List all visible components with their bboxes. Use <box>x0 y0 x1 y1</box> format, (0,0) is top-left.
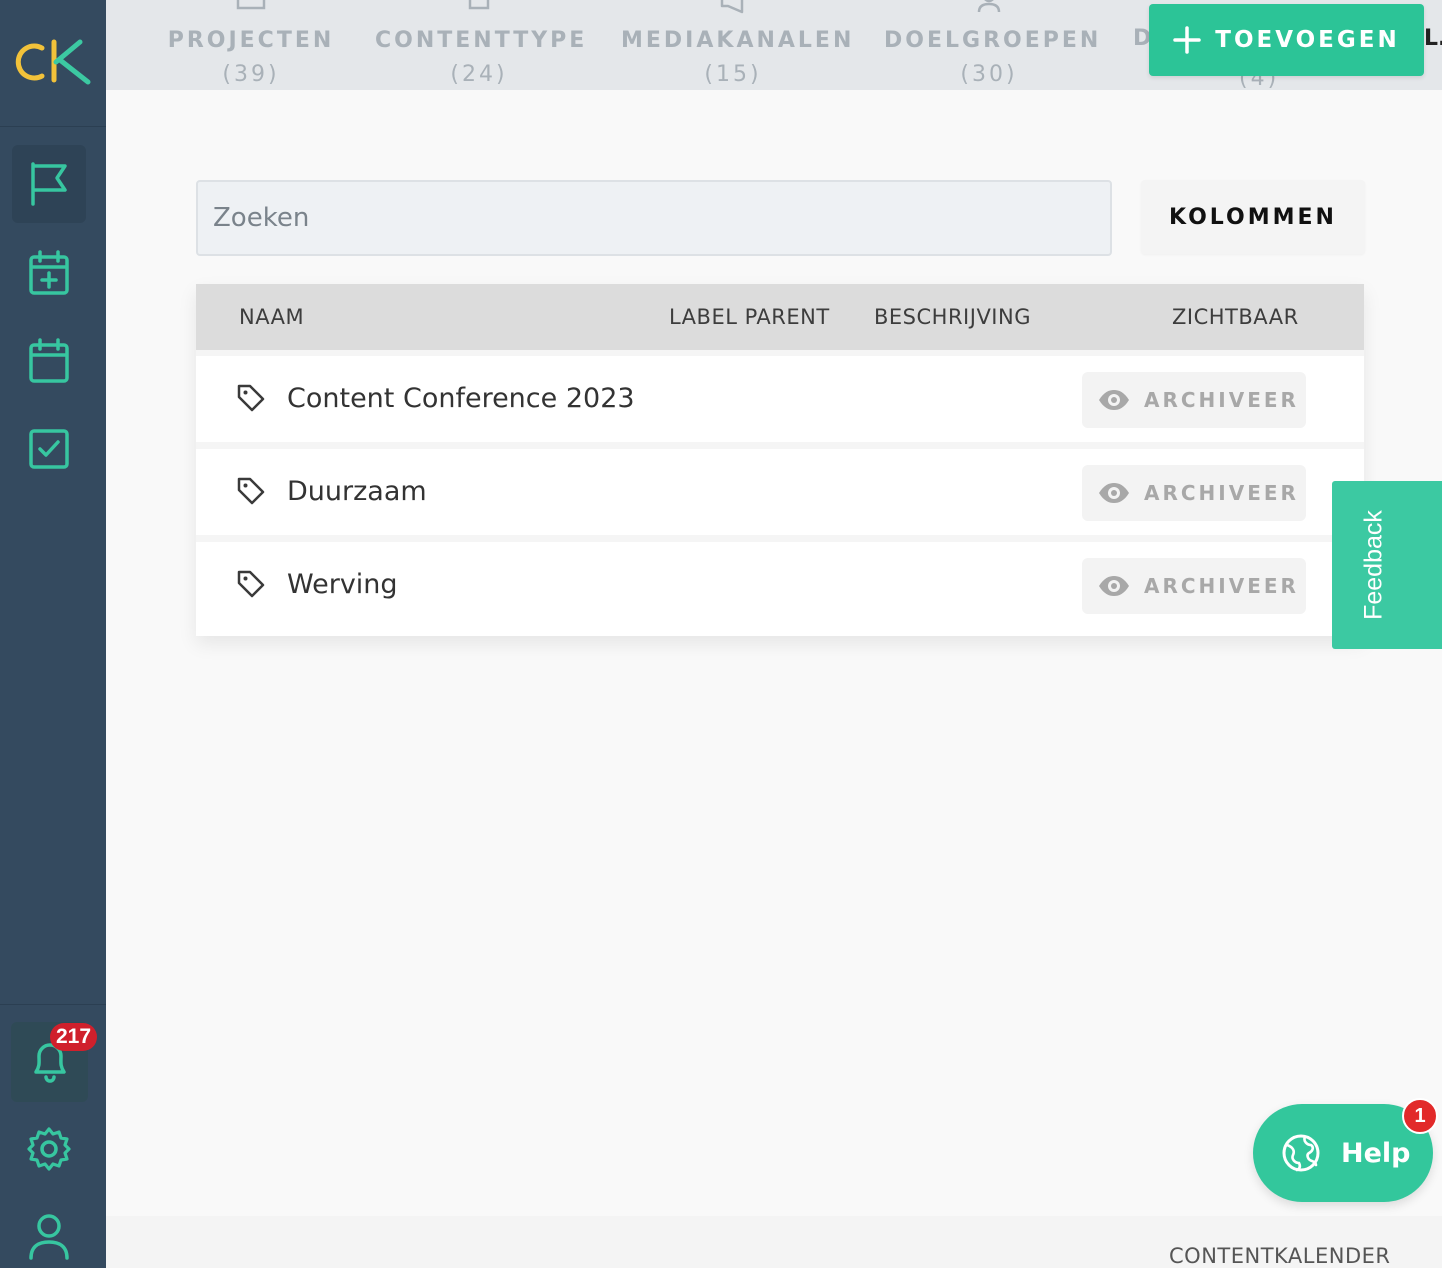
add-button-label: TOEVOEGEN <box>1215 27 1400 53</box>
eye-icon <box>1099 483 1129 503</box>
eye-icon <box>1099 390 1129 410</box>
tab-count: (39) <box>222 62 280 87</box>
add-button[interactable]: TOEVOEGEN <box>1149 4 1424 76</box>
row-divider <box>196 535 1364 542</box>
checkbox-icon <box>29 429 69 469</box>
help-badge: 1 <box>1402 1098 1438 1134</box>
feedback-label: Feedback <box>1359 510 1388 620</box>
tag-icon <box>237 570 265 598</box>
tab-partial-edge[interactable]: L. <box>1424 26 1442 51</box>
table-row[interactable]: Duurzaam ARCHIVEER <box>196 449 1364 535</box>
archive-button[interactable]: ARCHIVEER <box>1082 372 1306 428</box>
column-header-zichtbaar[interactable]: ZICHTBAAR <box>1172 284 1299 350</box>
sidebar-item-projects[interactable] <box>12 145 86 223</box>
tab-projecten[interactable]: PROJECTEN (39) <box>166 0 336 90</box>
sidebar: 217 <box>0 0 106 1268</box>
tab-label: CONTENTTYPE <box>375 28 588 53</box>
megaphone-icon <box>720 0 744 14</box>
tag-icon <box>237 384 265 412</box>
profile-button[interactable] <box>12 1198 86 1268</box>
column-header-beschrijving[interactable]: BESCHRIJVING <box>874 284 1031 350</box>
table-header: NAAM LABEL PARENT BESCHRIJVING ZICHTBAAR <box>196 284 1364 350</box>
columns-button[interactable]: KOLOMMEN <box>1141 180 1365 254</box>
gear-icon <box>27 1127 71 1171</box>
labels-table: NAAM LABEL PARENT BESCHRIJVING ZICHTBAAR… <box>196 284 1364 636</box>
logo-icon <box>15 39 91 85</box>
folder-icon <box>236 0 266 10</box>
sidebar-item-tasks[interactable] <box>12 410 86 488</box>
row-name: Content Conference 2023 <box>287 383 635 414</box>
person-icon <box>977 0 1001 13</box>
archive-button[interactable]: ARCHIVEER <box>1082 465 1306 521</box>
tab-doelgroepen[interactable]: DOELGROEPEN (30) <box>884 0 1102 90</box>
row-name: Werving <box>287 569 398 600</box>
footer-text: CONTENTKALENDER <box>1169 1244 1391 1268</box>
tab-mediakanalen[interactable]: MEDIAKANALEN (15) <box>621 0 855 90</box>
tab-label: DOELGROEPEN <box>884 28 1102 53</box>
notifications-badge: 217 <box>50 1023 98 1051</box>
tab-label: MEDIAKANALEN <box>621 28 855 53</box>
plus-icon <box>1173 26 1202 54</box>
column-header-label-parent[interactable]: LABEL PARENT <box>669 284 830 350</box>
help-label: Help <box>1341 1137 1411 1169</box>
search-box <box>196 180 1112 256</box>
feedback-tab[interactable]: Feedback <box>1332 481 1442 649</box>
tag-icon <box>237 477 265 505</box>
archive-button[interactable]: ARCHIVEER <box>1082 558 1306 614</box>
tab-count: (30) <box>960 62 1018 87</box>
search-input[interactable] <box>198 182 1110 254</box>
archive-label: ARCHIVEER <box>1144 481 1299 505</box>
logo[interactable] <box>0 0 106 127</box>
sidebar-divider <box>0 1004 106 1005</box>
archive-label: ARCHIVEER <box>1144 388 1299 412</box>
table-row[interactable]: Werving ARCHIVEER <box>196 542 1364 628</box>
calendar-plus-icon <box>29 250 69 295</box>
table-row[interactable]: Content Conference 2023 ARCHIVEER <box>196 356 1364 442</box>
sidebar-item-planning[interactable] <box>12 234 86 312</box>
flag-icon <box>31 162 67 206</box>
file-icon <box>468 0 490 10</box>
tab-count: (24) <box>450 62 508 87</box>
tab-contenttype[interactable]: CONTENTTYPE (24) <box>375 0 588 90</box>
eye-icon <box>1099 576 1129 596</box>
archive-label: ARCHIVEER <box>1144 574 1299 598</box>
tab-count: (15) <box>704 62 762 87</box>
row-divider <box>196 442 1364 449</box>
globe-icon <box>1282 1134 1320 1172</box>
settings-button[interactable] <box>12 1110 86 1188</box>
tab-label: PROJECTEN <box>167 28 335 53</box>
column-header-naam[interactable]: NAAM <box>239 284 304 350</box>
calendar-icon <box>29 338 69 383</box>
user-icon <box>29 1214 69 1260</box>
sidebar-item-calendar[interactable] <box>12 322 86 400</box>
row-name: Duurzaam <box>287 476 427 507</box>
